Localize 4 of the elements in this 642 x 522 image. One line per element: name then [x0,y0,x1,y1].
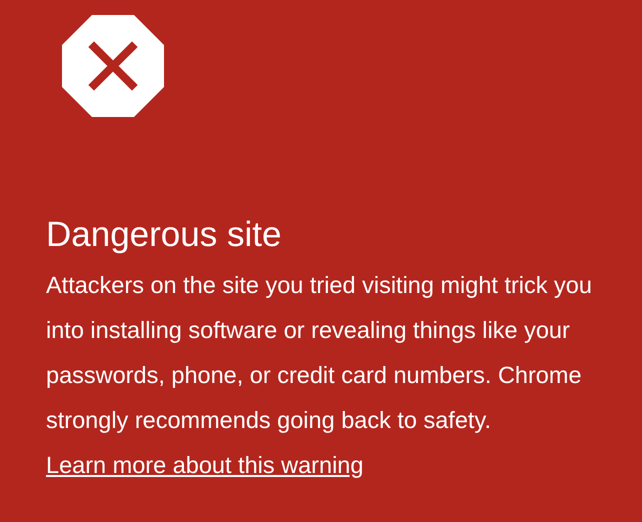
warning-message: Attackers on the site you tried visiting might trick you into installing software or revealing things like your passwords, phone, or credit card numbers. Chrome strongly recommends going back to safety. Learn more about this warning [46,271,593,480]
page-title: Dangerous site [46,214,282,256]
danger-icon [62,15,164,117]
learn-more-link[interactable]: Learn more about this warning [46,452,364,478]
